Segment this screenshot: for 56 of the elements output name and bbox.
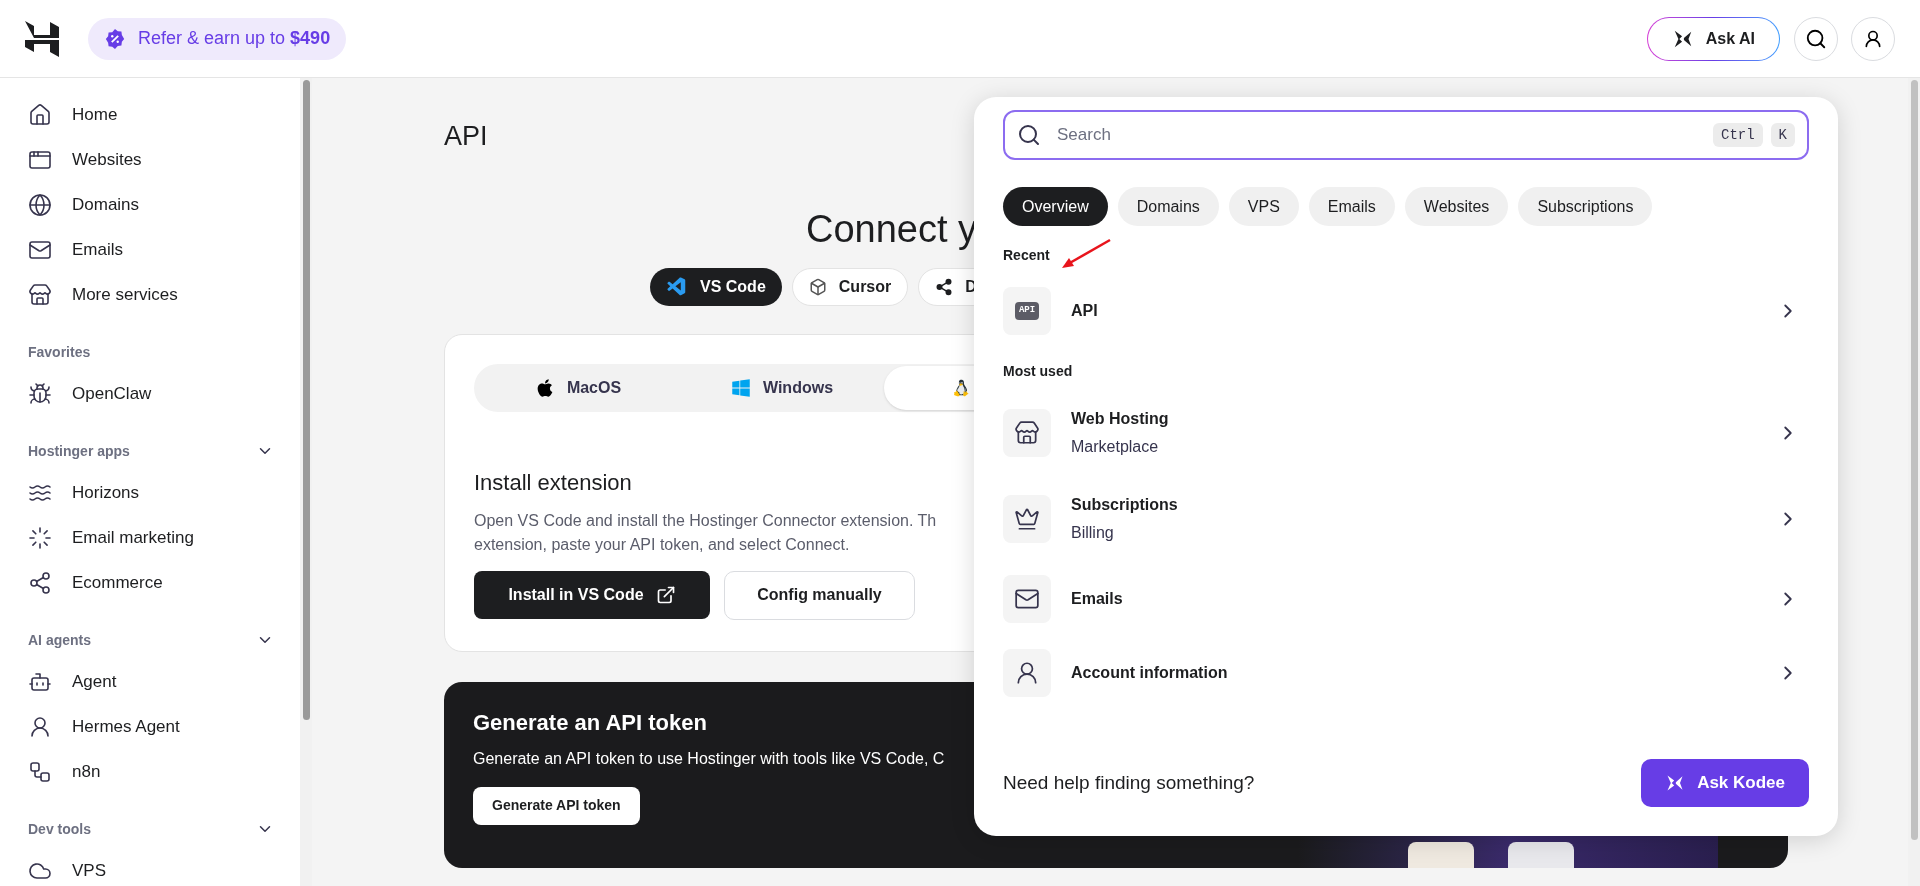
result-item[interactable]: Web Hosting Marketplace [1003,390,1809,476]
result-title: Subscriptions [1071,495,1179,515]
result-title: API [1071,301,1099,321]
help-text: Need help finding something? [1003,770,1255,795]
card-description: Open VS Code and install the Hostinger Connector extension. Th extension, paste your API token, and select Connect. [474,510,937,555]
config-button[interactable]: Config manually [724,570,915,620]
sidebar-item[interactable]: OpenClaw [28,371,274,416]
result-title: Account information [1071,663,1229,683]
sidebar-item[interactable]: Agent [28,659,274,704]
sidebar-item[interactable]: Domains [28,182,274,227]
filter-chip[interactable]: Emails [1308,187,1395,226]
ask-ai-button[interactable]: Ask AI [1646,16,1780,61]
sidebar-item[interactable]: VPS [28,848,274,886]
sidebar-item[interactable]: Email marketing [28,515,274,560]
referral-banner[interactable]: Refer & earn up to $490 [88,17,347,60]
result-subtitle: Marketplace [1071,437,1160,457]
section-heading: Recent [1003,245,1050,265]
page-title: API [444,120,488,153]
sidebar-item[interactable]: Hermes Agent [28,704,274,749]
filter-chip[interactable]: Overview [1003,187,1108,226]
filter-chip[interactable]: Websites [1404,187,1509,226]
card-title: Install extension [474,468,633,497]
section-heading: Most used [1003,361,1073,381]
section-heading: Dev tools [28,819,91,839]
result-item[interactable]: Emails [1003,562,1809,636]
filter-chip[interactable]: Subscriptions [1518,187,1653,226]
shortcut-key: Ctrl [1713,123,1763,147]
filter-chip[interactable]: VPS [1228,187,1299,226]
os-tab[interactable]: MacOS [476,365,680,410]
sidebar-item[interactable]: More services [28,272,274,317]
section-heading: AI agents [28,630,91,650]
generate-token-button[interactable]: Generate API token [473,786,640,825]
card-title: Generate an API token [473,708,708,737]
result-item[interactable]: Subscriptions Billing [1003,476,1809,562]
section-heading: Favorites [28,342,91,362]
os-tab[interactable]: Windows [680,365,884,410]
install-button[interactable]: Install in VS Code [474,570,710,619]
api-badge: API [1014,302,1040,320]
tool-tab[interactable]: Cursor [791,267,909,306]
sidebar-item[interactable]: Ecommerce [28,560,274,605]
ask-kodee-button[interactable]: Ask Kodee [1641,759,1809,807]
sidebar-item[interactable]: Home [28,92,274,137]
sidebar-item[interactable]: Websites [28,137,274,182]
filter-chip[interactable]: Domains [1117,187,1219,226]
result-item[interactable]: API API [1003,274,1809,348]
result-subtitle: Billing [1071,523,1115,543]
result-item[interactable]: Account information [1003,636,1809,710]
result-title: Web Hosting [1071,409,1170,429]
tool-tab[interactable]: VS Code [650,267,782,306]
sidebar-item[interactable]: Horizons [28,470,274,515]
referral-text: Refer & earn up to $490 [138,27,331,50]
result-title: Emails [1071,589,1124,609]
sidebar-item[interactable]: Emails [28,227,274,272]
sidebar-item[interactable]: n8n [28,749,274,794]
card-description: Generate an API token to use Hostinger with tools like VS Code, C [473,748,945,769]
section-heading: Hostinger apps [28,441,130,461]
